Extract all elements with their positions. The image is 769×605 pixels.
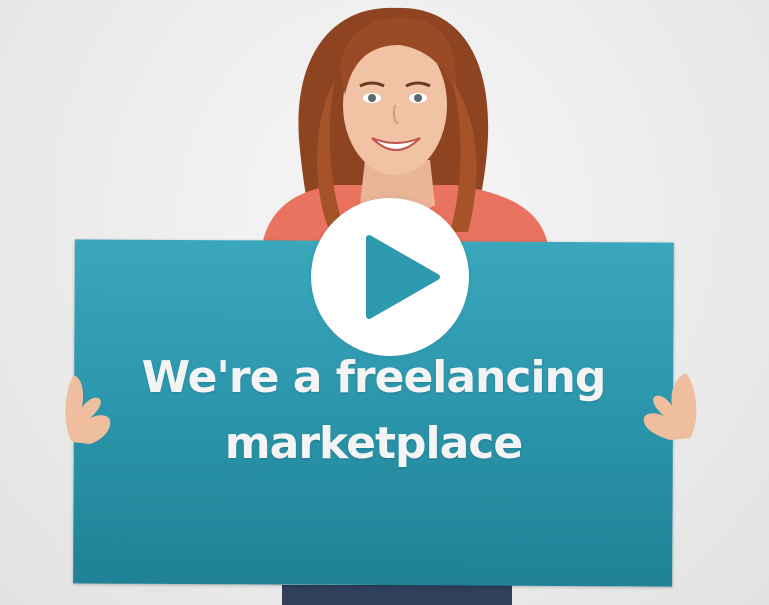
caption-line-2: marketplace: [224, 418, 523, 469]
play-icon: [366, 235, 440, 319]
video-player[interactable]: We're a freelancing marketplace: [0, 0, 769, 605]
sign-caption: We're a freelancing marketplace: [74, 345, 673, 477]
play-button[interactable]: [311, 198, 469, 356]
